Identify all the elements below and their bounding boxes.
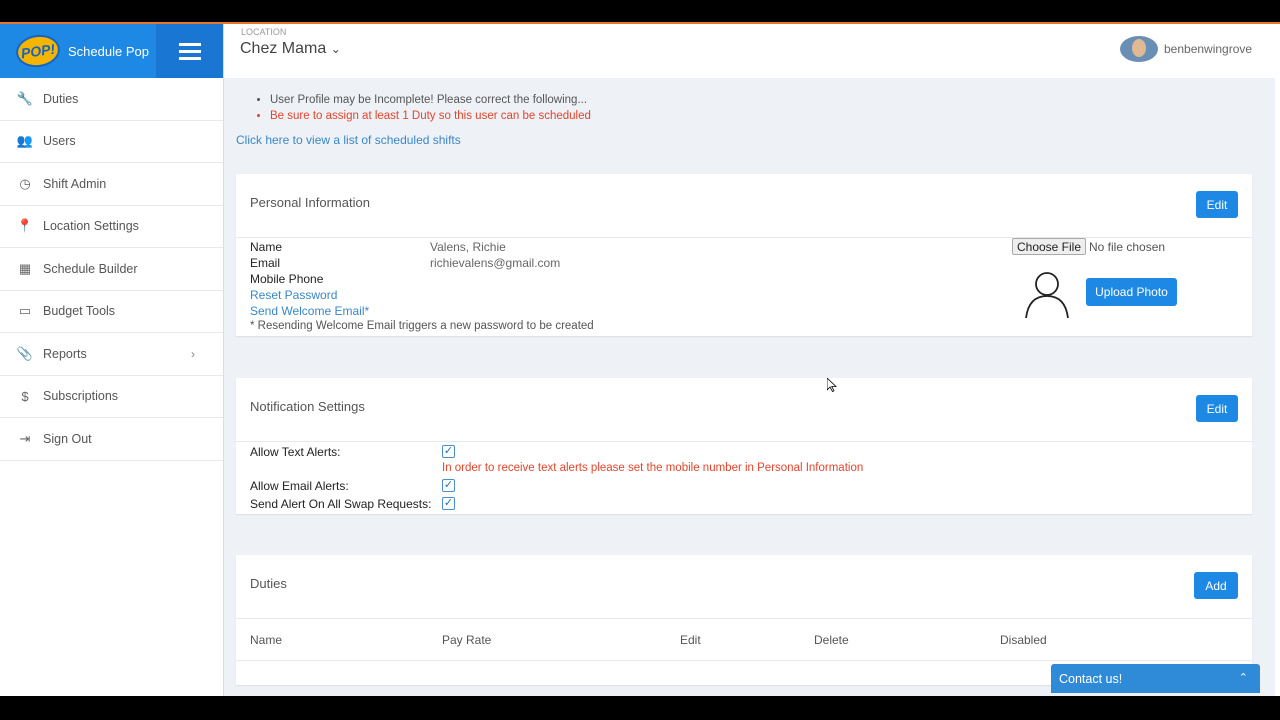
send-welcome-email-link[interactable]: Send Welcome Email* [250, 304, 369, 318]
sidebar-nav: 🔧 Duties 👥 Users ◷ Shift Admin 📍 Location Se… [0, 78, 223, 461]
chevron-down-icon: ⌄ [330, 42, 341, 56]
dollar-icon: $ [21, 388, 29, 404]
email-alerts-checkbox[interactable]: ✓ [442, 479, 455, 492]
column-header-pay-rate[interactable]: Pay Rate [442, 633, 491, 647]
column-header-name[interactable]: Name [250, 633, 282, 647]
location-name: Chez Mama [240, 40, 327, 57]
profile-incomplete-warning: User Profile may be Incomplete! Please c… [270, 92, 591, 108]
money-icon: ▭ [18, 303, 32, 319]
avatar-face [1132, 39, 1146, 57]
personal-information-card: Personal Information Edit Name Valens, R… [236, 174, 1252, 336]
sidebar-item-label: Subscriptions [43, 389, 119, 404]
sidebar-item-schedule-builder[interactable]: ▦ Schedule Builder [0, 248, 223, 291]
duty-required-error: Be sure to assign at least 1 Duty so thi… [270, 108, 591, 124]
sidebar-item-label: Budget Tools [43, 304, 116, 319]
wrench-icon: 🔧 [16, 90, 34, 106]
top-header: LOCATION Chez Mama ⌄ benbenwingrove [224, 24, 1275, 78]
mouse-cursor-icon [827, 378, 837, 392]
menu-toggle-button[interactable] [156, 24, 223, 78]
add-duty-button[interactable]: Add [1194, 572, 1238, 599]
sidebar-item-users[interactable]: 👥 Users [0, 121, 223, 163]
brand-logo: POP! [13, 32, 63, 70]
sidebar-item-label: Schedule Builder [43, 261, 138, 276]
reset-password-link[interactable]: Reset Password [250, 288, 337, 302]
mobile-phone-label: Mobile Phone [250, 272, 324, 286]
text-alerts-warning: In order to receive text alerts please s… [442, 462, 864, 474]
column-header-edit[interactable]: Edit [680, 633, 701, 647]
sidebar-item-label: Location Settings [43, 219, 139, 234]
card-title: Duties [250, 576, 287, 591]
text-alerts-label: Allow Text Alerts: [250, 445, 341, 459]
hamburger-icon [178, 42, 201, 46]
sidebar-item-label: Sign Out [43, 431, 92, 446]
sidebar-item-label: Duties [43, 91, 79, 106]
email-value: richievalens@gmail.com [430, 256, 561, 270]
notification-settings-card: Notification Settings Edit Allow Text Al… [236, 378, 1252, 514]
app-frame: POP! Schedule Pop 🔧 Duties 👥 Users ◷ Shift … [0, 24, 1280, 696]
sidebar-item-shift-admin[interactable]: ◷ Shift Admin [0, 163, 223, 206]
right-scroll-gutter [1275, 24, 1280, 696]
edit-notifications-button[interactable]: Edit [1196, 395, 1238, 422]
sidebar-item-label: Shift Admin [43, 176, 107, 191]
sidebar-item-label: Reports [43, 346, 87, 361]
chevron-right-icon: › [191, 346, 195, 361]
table-divider [236, 660, 1252, 661]
brand-name: Schedule Pop [68, 43, 149, 59]
column-header-delete[interactable]: Delete [814, 633, 849, 647]
email-alerts-label: Allow Email Alerts: [250, 479, 349, 493]
swap-alerts-label: Send Alert On All Swap Requests: [250, 497, 432, 511]
column-header-disabled[interactable]: Disabled [1000, 633, 1047, 647]
sidebar-item-label: Users [43, 134, 76, 149]
card-title: Notification Settings [250, 399, 365, 414]
card-header: Notification Settings Edit [236, 378, 1252, 442]
sidebar-item-reports[interactable]: 📎 Reports › [0, 333, 223, 376]
sidebar-item-budget-tools[interactable]: ▭ Budget Tools [0, 291, 223, 333]
avatar[interactable] [1120, 36, 1158, 62]
name-label: Name [250, 240, 283, 254]
sidebar-item-duties[interactable]: 🔧 Duties [0, 78, 223, 121]
user-menu[interactable]: benbenwingrove [1164, 42, 1252, 56]
paperclip-icon: 📎 [16, 345, 34, 361]
sidebar-item-subscriptions[interactable]: $ Subscriptions [0, 376, 223, 418]
brand-home-link[interactable]: POP! Schedule Pop [0, 24, 157, 78]
card-header: Personal Information Edit [236, 174, 1252, 238]
scheduled-shifts-link[interactable]: Click here to view a list of scheduled s… [236, 133, 461, 147]
calendar-icon: ▦ [18, 260, 32, 276]
profile-alerts: User Profile may be Incomplete! Please c… [258, 92, 591, 124]
text-alerts-checkbox[interactable]: ✓ [442, 445, 455, 458]
card-header: Duties Add [236, 555, 1252, 619]
name-value: Valens, Richie [430, 240, 506, 254]
edit-personal-button[interactable]: Edit [1196, 191, 1238, 218]
clock-icon: ◷ [19, 175, 31, 191]
location-label: LOCATION [241, 27, 287, 37]
email-label: Email [250, 256, 281, 270]
choose-file-button[interactable]: Choose File [1012, 238, 1086, 255]
brand-bar: POP! Schedule Pop [0, 24, 223, 78]
map-marker-icon: 📍 [16, 218, 34, 234]
card-title: Personal Information [250, 195, 370, 210]
user-silhouette-icon [1025, 272, 1069, 319]
swap-alerts-checkbox[interactable]: ✓ [442, 497, 455, 510]
sidebar: POP! Schedule Pop 🔧 Duties 👥 Users ◷ Shift … [0, 24, 224, 696]
welcome-email-footnote: * Resending Welcome Email triggers a new… [250, 320, 594, 332]
location-selector[interactable]: Chez Mama ⌄ [240, 40, 341, 58]
sidebar-item-sign-out[interactable]: ⇥ Sign Out [0, 418, 223, 461]
users-icon: 👥 [16, 133, 34, 149]
chevron-up-icon: ⌃ [1238, 672, 1248, 684]
sign-out-icon: ⇥ [19, 430, 31, 446]
contact-us-widget[interactable]: Contact us! ⌃ [1051, 664, 1260, 693]
contact-us-label: Contact us! [1059, 671, 1123, 686]
sidebar-item-location-settings[interactable]: 📍 Location Settings [0, 206, 223, 248]
upload-photo-button[interactable]: Upload Photo [1086, 278, 1177, 306]
file-status: No file chosen [1089, 240, 1166, 254]
